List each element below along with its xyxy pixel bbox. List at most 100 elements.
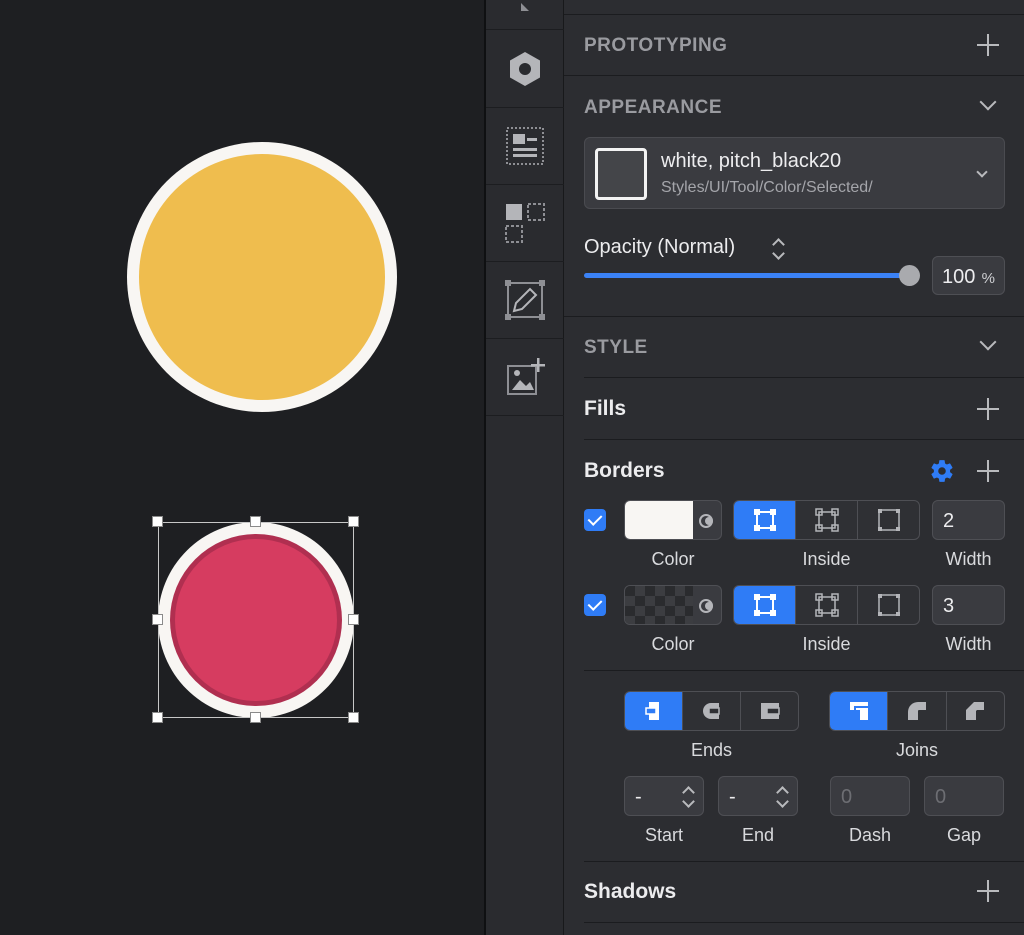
end-round[interactable] bbox=[683, 692, 741, 730]
opacity-field[interactable]: 100 % bbox=[932, 256, 1005, 295]
tool-add-image[interactable] bbox=[486, 339, 564, 416]
border-inside-icon bbox=[753, 509, 776, 531]
end-arrow-select[interactable]: - bbox=[718, 776, 798, 816]
border-1-enabled-checkbox[interactable] bbox=[584, 509, 606, 531]
border-2-position-control[interactable] bbox=[733, 585, 920, 625]
divider bbox=[584, 922, 1024, 923]
yellow-circle-layer[interactable] bbox=[127, 142, 397, 412]
tool-strip bbox=[486, 0, 564, 935]
tool-edit-shape[interactable] bbox=[486, 262, 564, 339]
gear-icon[interactable] bbox=[929, 458, 955, 484]
resize-handle-top-right[interactable] bbox=[348, 516, 359, 527]
border-position-outside[interactable] bbox=[858, 501, 919, 539]
resize-handle-top-left[interactable] bbox=[152, 516, 163, 527]
border-1-position-control[interactable] bbox=[733, 500, 920, 540]
border-1-color-swatch bbox=[625, 501, 693, 539]
line-ends-control[interactable] bbox=[624, 691, 799, 731]
prototyping-title: PROTOTYPING bbox=[584, 35, 728, 56]
square-end-icon bbox=[760, 703, 780, 719]
edit-shape-icon bbox=[505, 280, 545, 320]
color-variable-icon[interactable] bbox=[698, 597, 716, 615]
color-variable-icon[interactable] bbox=[698, 512, 716, 530]
add-border-icon[interactable] bbox=[977, 460, 999, 482]
chevron-down-icon[interactable] bbox=[979, 333, 997, 351]
style-title: STYLE bbox=[584, 337, 648, 358]
divider bbox=[564, 75, 1024, 76]
gap-field[interactable]: 0 bbox=[924, 776, 1004, 816]
border-1-width-field[interactable]: 2 bbox=[932, 500, 1005, 540]
divider bbox=[564, 14, 1024, 15]
tool-text-layout[interactable] bbox=[486, 108, 564, 185]
border-position-inside[interactable] bbox=[734, 501, 796, 539]
dash-field[interactable]: 0 bbox=[830, 776, 910, 816]
border-position-inside[interactable] bbox=[734, 586, 796, 624]
join-miter[interactable] bbox=[830, 692, 889, 730]
border-2-color-swatch bbox=[625, 586, 693, 624]
start-label: Start bbox=[644, 825, 683, 845]
divider bbox=[584, 377, 1024, 378]
style-name: white, pitch_black20 bbox=[661, 150, 842, 172]
border-2-color-well[interactable] bbox=[624, 585, 722, 625]
opacity-unit: % bbox=[981, 270, 995, 287]
resize-handle-left[interactable] bbox=[152, 614, 163, 625]
borders-title: Borders bbox=[584, 459, 665, 482]
add-image-icon bbox=[507, 358, 545, 395]
add-prototyping-icon[interactable] bbox=[977, 34, 999, 56]
inspector-panel: PROTOTYPING APPEARANCE white, pitch_blac… bbox=[564, 0, 1024, 935]
opacity-label[interactable]: Opacity (Normal) bbox=[584, 236, 735, 259]
border-2-width-field[interactable]: 3 bbox=[932, 585, 1005, 625]
resize-handle-bottom-left[interactable] bbox=[152, 712, 163, 723]
start-arrow-select[interactable]: - bbox=[624, 776, 704, 816]
chevron-down-icon[interactable] bbox=[979, 93, 997, 111]
add-shadow-icon[interactable] bbox=[977, 880, 999, 902]
shadows-title: Shadows bbox=[584, 880, 677, 903]
opacity-slider-knob[interactable] bbox=[899, 265, 920, 286]
round-join-icon bbox=[907, 702, 926, 720]
miter-join-icon bbox=[849, 702, 868, 720]
end-butt[interactable] bbox=[625, 692, 683, 730]
gap-label: Gap bbox=[946, 825, 982, 845]
border-center-icon bbox=[814, 593, 839, 617]
line-joins-control[interactable] bbox=[829, 691, 1005, 731]
border-center-icon bbox=[814, 508, 839, 532]
border-2-enabled-checkbox[interactable] bbox=[584, 594, 606, 616]
border-1-width-label: Width bbox=[945, 549, 992, 569]
border-1-position-label: Inside bbox=[802, 549, 851, 569]
end-value: - bbox=[729, 786, 736, 808]
yellow-circle-fill bbox=[139, 154, 385, 400]
gap-value: 0 bbox=[935, 786, 947, 808]
add-fill-icon[interactable] bbox=[977, 398, 999, 420]
components-icon bbox=[505, 203, 545, 243]
butt-end-icon bbox=[644, 702, 659, 720]
border-1-color-well[interactable] bbox=[624, 500, 722, 540]
join-round[interactable] bbox=[888, 692, 947, 730]
canvas[interactable] bbox=[0, 0, 484, 935]
border-position-outside[interactable] bbox=[858, 586, 919, 624]
border-position-center[interactable] bbox=[796, 586, 858, 624]
opacity-slider-track[interactable] bbox=[584, 273, 910, 278]
stepper-icon bbox=[681, 785, 695, 809]
end-square[interactable] bbox=[741, 692, 798, 730]
border-position-center[interactable] bbox=[796, 501, 858, 539]
border-outside-icon bbox=[877, 594, 900, 616]
divider bbox=[564, 316, 1024, 317]
resize-handle-bottom[interactable] bbox=[250, 712, 261, 723]
tool-components[interactable] bbox=[486, 185, 564, 262]
border-outside-icon bbox=[877, 509, 900, 531]
style-swatch bbox=[595, 148, 647, 200]
border-2-width-label: Width bbox=[945, 634, 992, 654]
join-bevel[interactable] bbox=[947, 692, 1004, 730]
resize-handle-bottom-right[interactable] bbox=[348, 712, 359, 723]
divider bbox=[584, 670, 1024, 671]
divider bbox=[584, 861, 1024, 862]
tool-arrow[interactable] bbox=[486, 0, 564, 30]
tool-symbol[interactable] bbox=[486, 31, 564, 108]
blend-mode-stepper-icon[interactable] bbox=[771, 237, 785, 261]
app-window: PROTOTYPING APPEARANCE white, pitch_blac… bbox=[0, 0, 1024, 935]
stepper-icon bbox=[775, 785, 789, 809]
resize-handle-top[interactable] bbox=[250, 516, 261, 527]
resize-handle-right[interactable] bbox=[348, 614, 359, 625]
dash-label: Dash bbox=[848, 825, 892, 845]
shared-style-select[interactable]: white, pitch_black20 Styles/UI/Tool/Colo… bbox=[584, 137, 1005, 209]
opacity-value: 100 bbox=[942, 266, 976, 288]
